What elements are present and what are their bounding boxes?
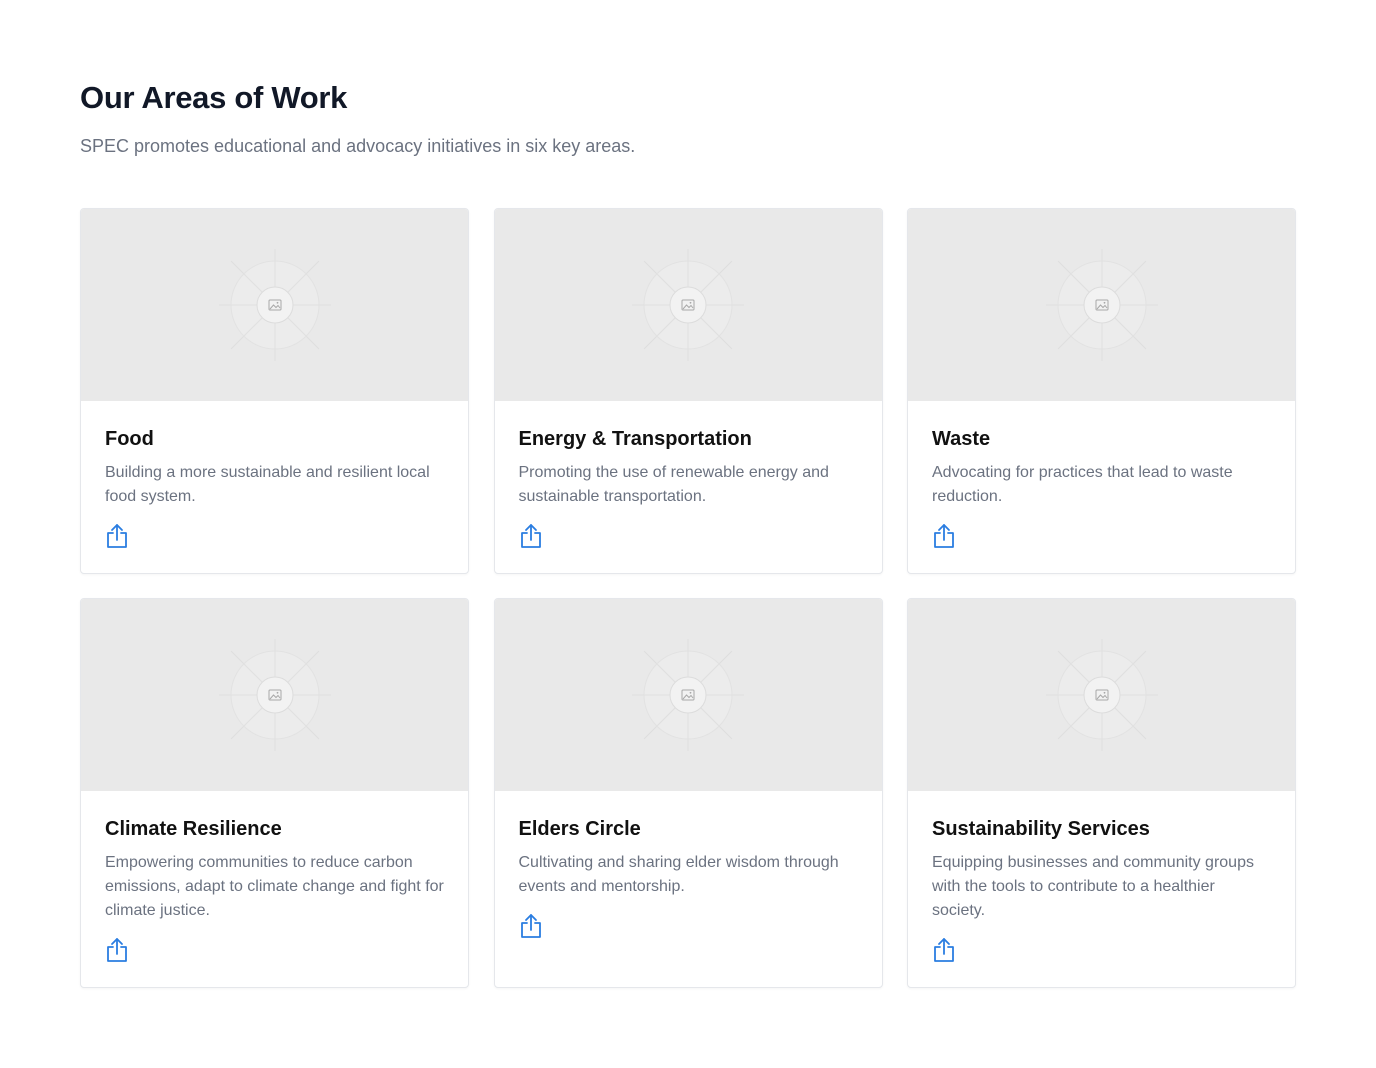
share-icon[interactable] bbox=[519, 523, 543, 549]
card-description: Equipping businesses and community group… bbox=[932, 854, 1254, 919]
card-title: Food bbox=[105, 428, 154, 450]
card-image-placeholder bbox=[494, 209, 882, 401]
card-food[interactable]: Food Building a more sustainable and res… bbox=[80, 208, 469, 574]
share-icon[interactable] bbox=[932, 523, 956, 549]
areas-of-work-section: Our Areas of Work SPEC promotes educatio… bbox=[80, 80, 1296, 988]
card-image-placeholder bbox=[81, 209, 468, 401]
image-placeholder-icon bbox=[218, 249, 331, 361]
share-icon[interactable] bbox=[105, 523, 129, 549]
image-placeholder-icon bbox=[218, 639, 331, 751]
card-energy-transportation[interactable]: Energy & Transportation Promoting the us… bbox=[493, 208, 883, 574]
card-title: Sustainability Services bbox=[932, 818, 1150, 840]
card-waste[interactable]: Waste Advocating for practices that lead… bbox=[907, 208, 1296, 574]
card-image-placeholder bbox=[908, 209, 1295, 401]
section-title: Our Areas of Work bbox=[80, 80, 348, 115]
card-description: Advocating for practices that lead to wa… bbox=[932, 464, 1233, 505]
cards-grid: Food Building a more sustainable and res… bbox=[80, 208, 1296, 988]
share-icon[interactable] bbox=[519, 913, 543, 939]
card-image-placeholder bbox=[81, 599, 468, 791]
section-subtitle: SPEC promotes educational and advocacy i… bbox=[80, 136, 636, 156]
card-title: Waste bbox=[932, 428, 991, 450]
card-description: Building a more sustainable and resilien… bbox=[105, 464, 430, 505]
card-image-placeholder bbox=[494, 599, 882, 791]
card-title: Elders Circle bbox=[518, 818, 641, 840]
image-placeholder-icon bbox=[1045, 639, 1158, 751]
image-placeholder-icon bbox=[632, 249, 744, 361]
card-sustainability-services[interactable]: Sustainability Services Equipping busine… bbox=[907, 598, 1296, 988]
image-placeholder-icon bbox=[632, 639, 744, 751]
card-elders-circle[interactable]: Elders Circle Cultivating and sharing el… bbox=[493, 598, 883, 988]
share-icon[interactable] bbox=[932, 937, 956, 963]
card-description: Empowering communities to reduce carbon … bbox=[105, 854, 444, 919]
card-climate-resilience[interactable]: Climate Resilience Empowering communitie… bbox=[80, 598, 469, 988]
image-placeholder-icon bbox=[1045, 249, 1158, 361]
card-title: Energy & Transportation bbox=[518, 428, 752, 450]
card-title: Climate Resilience bbox=[105, 818, 282, 840]
card-image-placeholder bbox=[908, 599, 1295, 791]
card-description: Promoting the use of renewable energy an… bbox=[518, 464, 829, 505]
card-description: Cultivating and sharing elder wisdom thr… bbox=[518, 854, 839, 895]
share-icon[interactable] bbox=[105, 937, 129, 963]
